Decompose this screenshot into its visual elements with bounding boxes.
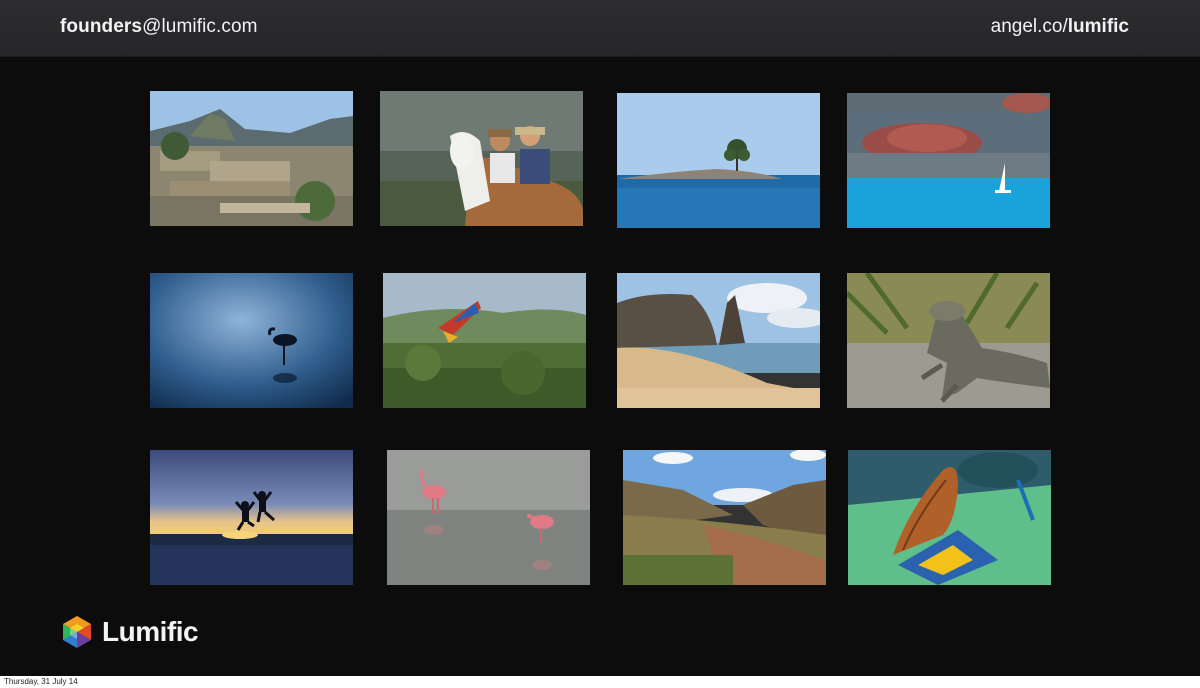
lumific-cube-icon [63, 616, 91, 648]
brand-name: Lumific [102, 616, 199, 647]
photo-llama [380, 91, 583, 226]
angellist-link: angel.co/lumific [991, 16, 1129, 38]
header-bar: founders@lumific.com angel.co/lumific [0, 0, 1200, 57]
photo-ruins [150, 91, 353, 226]
photo-flamingo-blue [150, 273, 353, 408]
photo-macaw [383, 273, 586, 408]
angellist-handle: lumific [1067, 16, 1129, 37]
photo-iguana [847, 273, 1050, 408]
photo-valley [623, 450, 826, 585]
contact-email: founders@lumific.com [60, 16, 258, 38]
email-domain: @lumific.com [142, 16, 258, 37]
photo-pink-flamingos [387, 450, 590, 585]
photo-jumping-sunset [150, 450, 353, 585]
email-user: founders [60, 16, 143, 37]
footer-date: Thursday, 31 July 14 [4, 677, 78, 686]
photo-islet [617, 93, 820, 228]
slide: founders@lumific.com angel.co/lumific Lu… [0, 0, 1200, 676]
photo-red-island [847, 93, 1050, 228]
angellist-prefix: angel.co/ [990, 16, 1068, 37]
lumific-logo: Lumific [60, 615, 199, 649]
photo-butterfly [848, 450, 1051, 585]
photo-beach-spire [617, 273, 820, 408]
